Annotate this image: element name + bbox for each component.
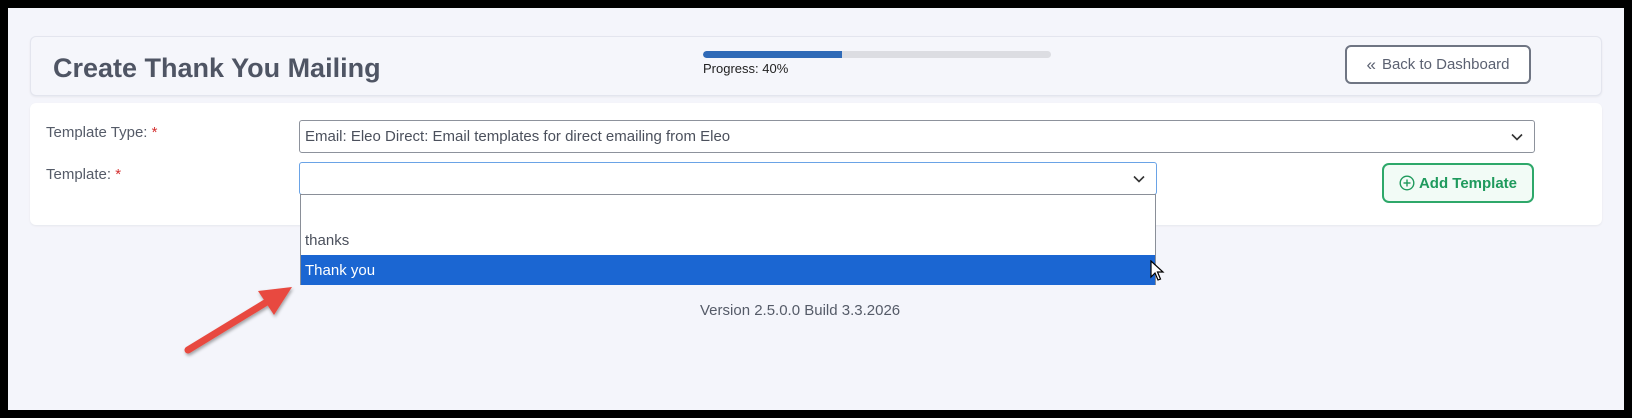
page-title: Create Thank You Mailing bbox=[53, 53, 381, 83]
page-header: Create Thank You Mailing Progress: 40% «… bbox=[30, 36, 1602, 96]
add-template-label: Add Template bbox=[1418, 174, 1518, 192]
back-to-dashboard-button[interactable]: « Back to Dashboard bbox=[1345, 45, 1531, 84]
double-chevron-left-icon: « bbox=[1366, 55, 1376, 74]
footer-version: Version 2.5.0.0 Build 3.3.2026 bbox=[700, 302, 901, 319]
progress-label: Progress: 40% bbox=[703, 61, 789, 76]
required-marker: * bbox=[151, 124, 158, 141]
template-type-value: Email: Eleo Direct: Email templates for … bbox=[305, 128, 731, 145]
mouse-cursor-icon bbox=[1150, 260, 1165, 281]
chevron-down-icon bbox=[1511, 133, 1523, 141]
app-window: Create Thank You Mailing Progress: 40% «… bbox=[8, 8, 1624, 410]
chevron-down-icon bbox=[1133, 175, 1145, 183]
template-type-select[interactable]: Email: Eleo Direct: Email templates for … bbox=[299, 120, 1535, 153]
template-option-thanks[interactable]: thanks bbox=[301, 225, 1155, 255]
progress-bar-fill bbox=[703, 51, 843, 58]
annotation-arrow-icon bbox=[184, 287, 292, 354]
progress-bar bbox=[703, 51, 1051, 58]
back-to-dashboard-label: Back to Dashboard bbox=[1381, 56, 1510, 73]
template-dropdown-list[interactable]: thanks Thank you bbox=[300, 194, 1156, 285]
required-marker: * bbox=[115, 166, 122, 183]
template-option-thank-you[interactable]: Thank you bbox=[301, 255, 1155, 285]
template-type-label: Template Type: * bbox=[46, 124, 158, 141]
template-option-empty[interactable] bbox=[301, 195, 1155, 225]
plus-circle-icon bbox=[1399, 175, 1415, 191]
template-label: Template: * bbox=[46, 166, 122, 183]
template-select[interactable] bbox=[299, 162, 1157, 195]
add-template-button[interactable]: Add Template bbox=[1382, 163, 1534, 203]
